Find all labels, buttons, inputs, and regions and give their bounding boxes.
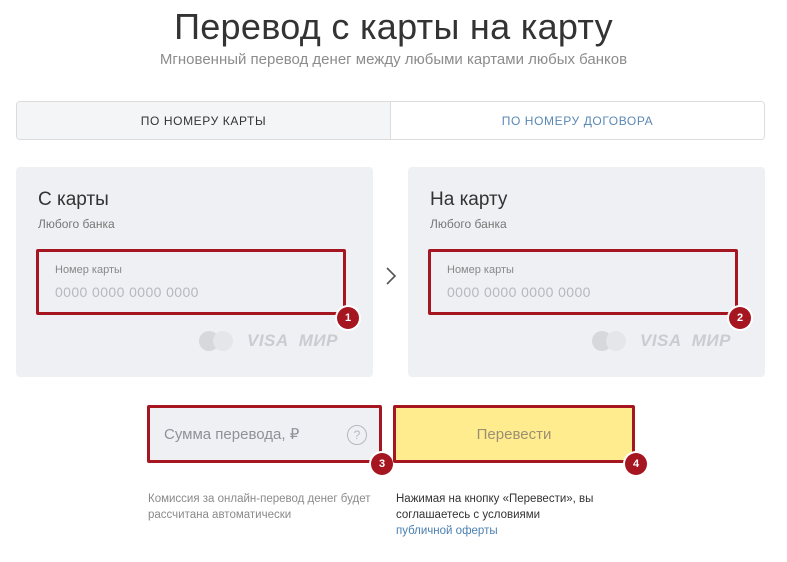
step-badge-2: 2	[729, 307, 751, 329]
step-badge-3: 3	[371, 453, 393, 475]
to-card-number-label: Номер карты	[447, 264, 514, 276]
from-card-panel: С карты Любого банка Номер карты 1 VISA …	[16, 167, 373, 377]
to-card-number-input[interactable]	[447, 284, 727, 300]
agreement-text: Нажимая на кнопку «Перевести», вы соглаш…	[396, 493, 594, 521]
to-card-payment-logos: VISA МИР	[592, 330, 731, 352]
page-title: Перевод с карты на карту	[174, 6, 613, 47]
mastercard-logo-icon	[199, 330, 235, 352]
amount-field[interactable]: ?	[147, 405, 382, 463]
page-subtitle: Мгновенный перевод денег между любыми ка…	[159, 51, 628, 68]
visa-logo: VISA	[247, 331, 289, 350]
step-badge-1: 1	[337, 307, 359, 329]
help-icon[interactable]: ?	[347, 425, 367, 445]
from-card-title: С карты	[38, 189, 109, 210]
to-card-number-field[interactable]: Номер карты	[428, 249, 738, 315]
to-card-title: На карту	[430, 189, 508, 210]
from-card-number-field[interactable]: Номер карты	[36, 249, 346, 315]
to-card-panel: На карту Любого банка Номер карты 2 VISA…	[408, 167, 765, 377]
public-offer-link[interactable]: публичной оферты	[396, 525, 498, 537]
from-card-payment-logos: VISA МИР	[199, 330, 338, 352]
mir-logo: МИР	[691, 331, 731, 350]
agreement-note: Нажимая на кнопку «Перевести», вы соглаш…	[396, 491, 636, 539]
commission-note: Комиссия за онлайн-перевод денег будет р…	[148, 493, 371, 521]
tab-by-contract-number[interactable]: ПО НОМЕРУ ДОГОВОРА	[391, 102, 764, 139]
from-card-subtitle: Любого банка	[38, 217, 115, 231]
mastercard-logo-icon	[592, 330, 628, 352]
step-badge-4: 4	[625, 453, 647, 475]
amount-input[interactable]	[164, 426, 334, 443]
to-card-subtitle: Любого банка	[430, 217, 507, 231]
chevron-right-icon	[386, 267, 397, 285]
mir-logo: МИР	[298, 331, 338, 350]
transfer-mode-tabs: ПО НОМЕРУ КАРТЫ ПО НОМЕРУ ДОГОВОРА	[16, 101, 765, 140]
transfer-button[interactable]: Перевести	[393, 405, 635, 463]
visa-logo: VISA	[640, 331, 682, 350]
from-card-number-label: Номер карты	[55, 264, 122, 276]
tab-by-card-number[interactable]: ПО НОМЕРУ КАРТЫ	[17, 102, 391, 139]
from-card-number-input[interactable]	[55, 284, 335, 300]
